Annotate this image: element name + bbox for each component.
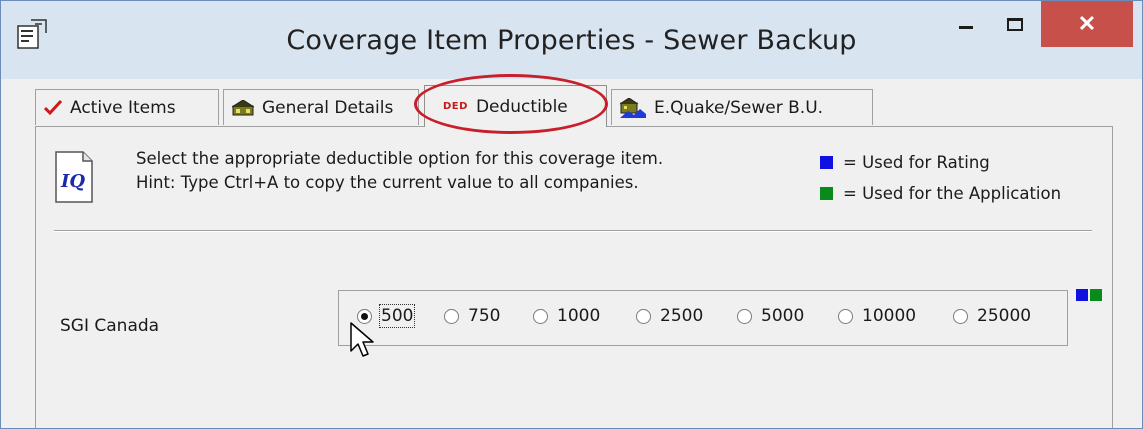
radio-label: 5000 — [761, 306, 805, 326]
minimize-button[interactable] — [943, 1, 989, 47]
close-icon: ✕ — [1077, 11, 1097, 36]
tab-label: Active Items — [70, 97, 176, 118]
radio-button[interactable] — [533, 308, 548, 324]
checkmark-icon — [44, 99, 62, 115]
radio-option-25000[interactable]: 25000 — [953, 306, 1031, 326]
hint-line-2: Hint: Type Ctrl+A to copy the current va… — [136, 173, 639, 192]
deductible-panel: IQ Select the appropriate deductible opt… — [35, 126, 1113, 428]
mouse-cursor-icon — [350, 322, 374, 357]
deductible-radio-group: 500 750 1000 2500 5000 10000 25000 — [338, 290, 1068, 346]
radio-option-5000[interactable]: 5000 — [737, 306, 804, 326]
radio-option-1000[interactable]: 1000 — [533, 306, 600, 326]
legend-application-label: = Used for the Application — [843, 184, 1062, 203]
radio-button[interactable] — [444, 308, 459, 324]
radio-label: 10000 — [862, 306, 917, 326]
radio-option-10000[interactable]: 10000 — [838, 306, 916, 326]
radio-button[interactable] — [737, 308, 752, 324]
legend-rating: = Used for Rating — [820, 147, 1061, 178]
legend: = Used for Rating = Used for the Applica… — [820, 147, 1061, 209]
iq-document-icon: IQ — [55, 151, 93, 203]
radio-label: 500 — [378, 304, 416, 328]
highlight-circle — [414, 74, 608, 134]
maximize-button[interactable] — [991, 1, 1039, 47]
application-swatch — [820, 187, 833, 200]
radio-label: 1000 — [557, 306, 601, 326]
rating-swatch — [820, 156, 833, 169]
usage-indicators — [1076, 289, 1102, 301]
tab-label: General Details — [262, 97, 394, 118]
tab-equake-sewer[interactable]: E.Quake/Sewer B.U. — [611, 89, 873, 125]
dialog-window: Coverage Item Properties - Sewer Backup … — [0, 0, 1143, 429]
radio-label: 25000 — [977, 306, 1032, 326]
house-icon — [232, 99, 254, 115]
radio-option-2500[interactable]: 2500 — [636, 306, 703, 326]
quake-house-icon — [620, 97, 646, 118]
rating-indicator — [1076, 289, 1088, 301]
hint-text: Select the appropriate deductible option… — [136, 147, 663, 195]
hint-line-1: Select the appropriate deductible option… — [136, 149, 664, 168]
maximize-icon — [1007, 17, 1023, 31]
tab-label: E.Quake/Sewer B.U. — [654, 97, 824, 118]
tab-general-details[interactable]: General Details — [223, 89, 419, 125]
divider — [54, 230, 1092, 232]
company-name: SGI Canada — [60, 316, 160, 336]
legend-rating-label: = Used for Rating — [843, 153, 990, 172]
radio-button[interactable] — [953, 308, 968, 324]
tab-active-items[interactable]: Active Items — [35, 89, 219, 125]
minimize-icon — [959, 25, 973, 29]
radio-label: 2500 — [660, 306, 704, 326]
title-bar[interactable]: Coverage Item Properties - Sewer Backup … — [1, 1, 1142, 79]
legend-application: = Used for the Application — [820, 178, 1061, 209]
radio-button[interactable] — [838, 308, 853, 324]
svg-text:IQ: IQ — [60, 171, 85, 192]
radio-button[interactable] — [636, 308, 651, 324]
radio-option-750[interactable]: 750 — [444, 306, 500, 326]
close-button[interactable]: ✕ — [1041, 1, 1133, 47]
application-indicator — [1090, 289, 1102, 301]
radio-label: 750 — [468, 306, 501, 326]
